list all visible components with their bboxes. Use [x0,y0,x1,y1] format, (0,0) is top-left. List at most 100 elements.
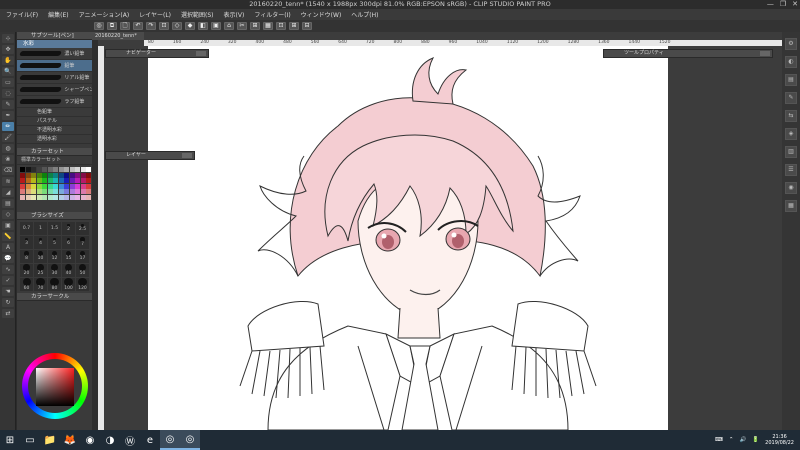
brush-item[interactable]: ラフ鉛筆 [17,96,92,108]
eraser-tool-icon[interactable]: ⌫ [2,166,14,175]
color-swatch[interactable] [75,172,80,178]
dock-panel-button[interactable]: ◐ [785,56,797,68]
color-swatch[interactable] [20,172,25,178]
color-swatch[interactable] [31,194,36,200]
brush-size-option[interactable]: 12 [48,249,61,263]
color-swatch[interactable] [86,183,91,189]
select-icon[interactable]: ▭ [2,78,14,87]
color-swatch[interactable] [69,178,75,183]
color-swatch[interactable] [42,167,47,172]
brush-item[interactable]: 鉛筆 [17,60,92,72]
color-swatch[interactable] [47,183,53,189]
brush-size-option[interactable]: 3 [20,235,33,249]
color-swatch[interactable] [80,178,86,183]
clip-paint-icon[interactable]: ◎ [180,430,200,450]
command-button[interactable]: ⊟ [302,22,312,30]
command-button[interactable]: ▣ [211,22,221,30]
close-button[interactable]: ✕ [792,0,798,9]
menu-edit[interactable]: 編集(E) [46,10,70,19]
color-swatch[interactable] [20,194,25,200]
color-swatch[interactable] [42,194,47,200]
color-swatch[interactable] [20,183,25,189]
brush-size-option[interactable]: 80 [48,277,61,291]
pen-tool-icon[interactable]: ⊹ [2,34,14,43]
color-swatch[interactable] [20,167,25,172]
command-button[interactable]: ⊡ [276,22,286,30]
color-swatch[interactable] [36,183,42,189]
color-swatch[interactable] [42,189,47,194]
dock-panel-button[interactable]: ◉ [785,182,797,194]
color-swatch[interactable] [53,189,58,194]
subtool-item[interactable]: 透明水彩 [17,135,92,144]
panel-menu-icon[interactable] [182,153,192,158]
figure-icon[interactable]: ◇ [2,210,14,219]
chrome-icon[interactable]: ◉ [80,430,100,450]
start-icon[interactable]: ⊞ [0,430,20,450]
blend-icon[interactable]: ≋ [2,177,14,186]
menu-help[interactable]: ヘルプ(H) [349,10,380,19]
command-button[interactable]: ⊞ [250,22,260,30]
command-button[interactable]: ⊡ [159,22,169,30]
color-swatch[interactable] [86,189,91,194]
dock-panel-button[interactable]: ⚙ [785,38,797,50]
brush-size-option[interactable]: 2.5 [76,221,89,235]
decoration-icon[interactable]: ❀ [2,155,14,164]
brush-size-option[interactable]: 8 [20,249,33,263]
dock-panel-button[interactable]: ▤ [785,74,797,86]
color-swatch[interactable] [53,167,58,172]
explorer-icon[interactable]: 📁 [40,430,60,450]
color-swatch[interactable] [31,178,36,183]
color-swatch[interactable] [58,178,64,183]
dock-panel-button[interactable]: ✎ [785,92,797,104]
command-button[interactable]: ⌂ [224,22,234,30]
color-swatch[interactable] [31,172,36,178]
layer-panel-header[interactable]: レイヤー [105,151,195,160]
color-swatch[interactable] [64,183,69,189]
dock-panel-button[interactable]: ◈ [785,128,797,140]
color-swatch[interactable] [69,167,75,172]
color-swatch[interactable] [58,183,64,189]
volume-icon[interactable]: 🔊 [739,437,746,443]
drawing-canvas[interactable] [148,46,668,430]
ruler-icon[interactable]: 📏 [2,232,14,241]
color-swatch[interactable] [69,183,75,189]
brush-size-option[interactable]: 6 [62,235,75,249]
dock-panel-button[interactable]: ⇆ [785,110,797,122]
color-swatch[interactable] [86,172,91,178]
command-button[interactable]: ◇ [172,22,182,30]
brush-size-option[interactable]: 100 [62,277,75,291]
command-button[interactable]: ✂ [237,22,247,30]
color-swatch[interactable] [75,183,80,189]
color-swatch[interactable] [36,172,42,178]
color-swatch[interactable] [69,172,75,178]
panel-menu-icon[interactable] [760,51,770,56]
color-swatch[interactable] [42,172,47,178]
color-swatch[interactable] [80,189,86,194]
dock-panel-button[interactable]: ▦ [785,200,797,212]
brush-icon[interactable]: 🖌 [2,133,14,142]
move-icon[interactable]: ✋ [2,56,14,65]
gradient-icon[interactable]: ▤ [2,199,14,208]
color-swatch[interactable] [80,167,86,172]
ie-icon[interactable]: e [140,430,160,450]
brush-size-option[interactable]: 30 [48,263,61,277]
dock-panel-button[interactable]: ☰ [785,164,797,176]
saturation-value-square[interactable] [36,368,74,406]
color-swap-icon[interactable]: ⇄ [2,309,14,318]
color-swatch[interactable] [69,189,75,194]
color-swatch[interactable] [58,167,64,172]
color-swatch[interactable] [20,189,25,194]
airbrush-icon[interactable]: ◍ [2,144,14,153]
subtool-item[interactable]: パステル [17,117,92,126]
color-swatch[interactable] [64,178,69,183]
brush-item[interactable]: シャープペンシル [17,84,92,96]
color-swatch[interactable] [75,178,80,183]
color-swatch[interactable] [47,178,53,183]
command-button[interactable]: ⊞ [289,22,299,30]
brush-size-option[interactable]: 60 [20,277,33,291]
zoom-icon[interactable]: 🔍 [2,67,14,76]
color-swatch[interactable] [47,189,53,194]
color-swatch[interactable] [58,189,64,194]
task-view-icon[interactable]: ▭ [20,430,40,450]
command-button[interactable]: ▦ [263,22,273,30]
